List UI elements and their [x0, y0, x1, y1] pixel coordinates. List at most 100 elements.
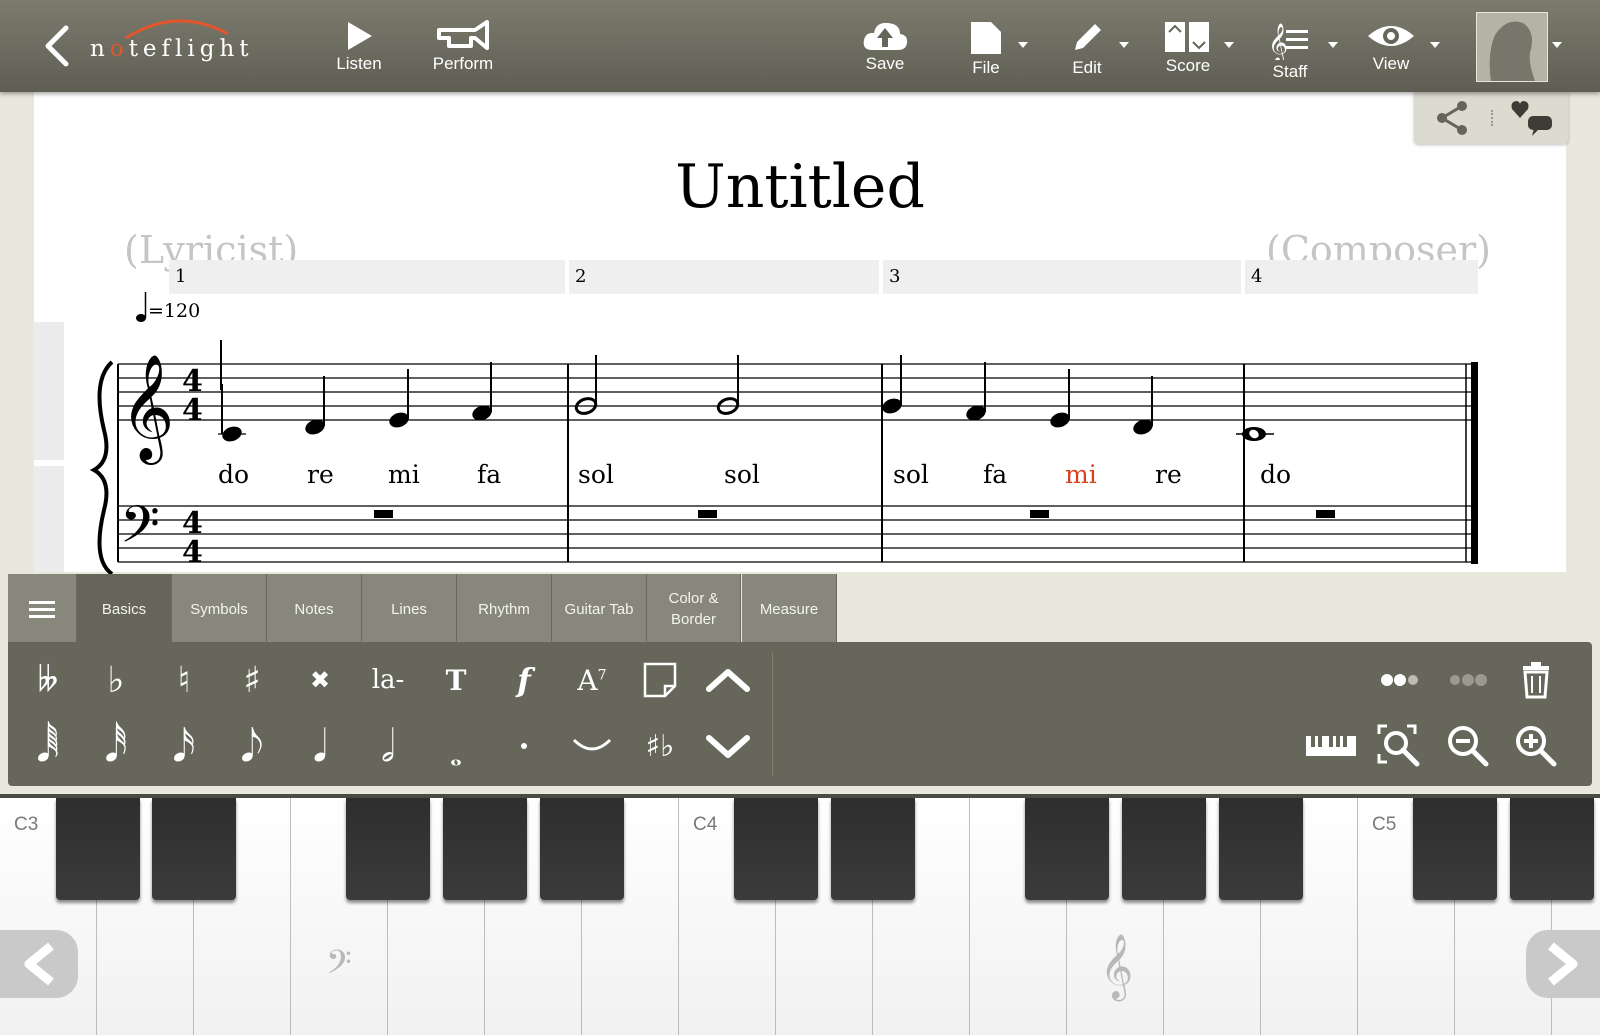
sticky-note-icon	[643, 662, 677, 698]
move-up-button[interactable]	[698, 650, 758, 710]
tab-color-border[interactable]: Color & Border	[647, 574, 741, 644]
view-menu-button[interactable]: View	[1346, 14, 1436, 84]
key-label-c3: C3	[14, 814, 39, 835]
tempo-marking[interactable]: =120	[148, 300, 200, 322]
double-sharp-button[interactable]: ✖	[290, 650, 350, 710]
half-note-button[interactable]: 𝅗𝅥	[358, 716, 418, 776]
black-key[interactable]	[1510, 798, 1594, 900]
sixty-fourth-note-button[interactable]: 𝅘𝅥𝅱	[18, 716, 78, 776]
lyric-tool-button[interactable]: la-	[358, 650, 418, 710]
delete-button[interactable]	[1506, 650, 1566, 710]
black-key[interactable]	[1122, 798, 1206, 900]
sharp-button[interactable]: ♯	[222, 650, 282, 710]
keyboard-scroll-right-button[interactable]	[1526, 930, 1600, 998]
staff-side-handle[interactable]	[34, 322, 64, 460]
sixteenth-note-button[interactable]: 𝅘𝅥𝅯	[154, 716, 214, 776]
black-key[interactable]	[346, 798, 430, 900]
measure-4-header[interactable]: 4	[1245, 260, 1478, 294]
perform-button[interactable]: Perform	[418, 14, 508, 84]
keyboard-toggle-button[interactable]	[1298, 716, 1364, 776]
zoom-fit-button[interactable]	[1370, 716, 1430, 776]
measure-1-header[interactable]: 1	[169, 260, 565, 294]
black-key[interactable]	[734, 798, 818, 900]
text-tool-button[interactable]: T	[426, 650, 486, 710]
tab-lines[interactable]: Lines	[362, 574, 457, 644]
tab-measure[interactable]: Measure	[742, 574, 837, 644]
lyric-syllable[interactable]: mi	[388, 460, 420, 489]
dot-button[interactable]	[494, 716, 554, 776]
like-comment-icon[interactable]	[1510, 98, 1554, 136]
listen-button[interactable]: Listen	[314, 14, 404, 84]
file-icon	[971, 22, 1001, 54]
keyboard-scroll-left-button[interactable]	[0, 930, 78, 998]
lyric-syllable[interactable]: sol	[724, 460, 760, 489]
sixty-fourth-note-icon: 𝅘𝅥𝅱	[36, 720, 60, 772]
piano-keyboard-icon	[1306, 736, 1356, 756]
account-caret-icon	[1552, 42, 1562, 48]
black-key[interactable]	[443, 798, 527, 900]
measure-2-header[interactable]: 2	[569, 260, 879, 294]
tab-guitar-tab[interactable]: Guitar Tab	[552, 574, 647, 644]
svg-text:4: 4	[182, 393, 203, 428]
lyric-syllable-selected[interactable]: mi	[1065, 460, 1097, 489]
thirty-second-note-button[interactable]: 𝅘𝅥𝅰	[86, 716, 146, 776]
share-icon[interactable]	[1434, 100, 1470, 136]
lyric-syllable[interactable]: sol	[893, 460, 929, 489]
next-voice-button[interactable]	[1438, 650, 1498, 710]
tab-symbols[interactable]: Symbols	[172, 574, 267, 644]
user-avatar[interactable]	[1476, 12, 1548, 82]
view-label: View	[1372, 54, 1410, 73]
lyric-syllable[interactable]: re	[1155, 460, 1182, 489]
lyric-syllable[interactable]: sol	[578, 460, 614, 489]
enharmonic-button[interactable]: ♯♭	[630, 716, 690, 776]
palette-menu-button[interactable]	[8, 574, 77, 644]
file-menu-button[interactable]: File	[941, 14, 1031, 84]
staff-menu-button[interactable]: 𝄞 Staff	[1245, 14, 1335, 84]
listen-label: Listen	[336, 54, 382, 73]
score-title[interactable]: Untitled	[620, 152, 980, 222]
sharp-icon: ♯	[243, 659, 261, 701]
black-key[interactable]	[56, 798, 140, 900]
black-key[interactable]	[1025, 798, 1109, 900]
user-silhouette-icon	[1489, 21, 1535, 81]
move-down-button[interactable]	[698, 716, 758, 776]
zoom-in-button[interactable]	[1506, 716, 1566, 776]
bass-rests[interactable]	[374, 510, 1335, 518]
time-signatures: 4444	[182, 364, 203, 570]
black-key[interactable]	[831, 798, 915, 900]
note-comment-button[interactable]	[630, 650, 690, 710]
tab-rhythm[interactable]: Rhythm	[457, 574, 552, 644]
save-button[interactable]: Save	[840, 14, 930, 84]
tie-button[interactable]	[562, 716, 622, 776]
lyric-syllable[interactable]: do	[1260, 460, 1291, 489]
flat-button[interactable]: ♭	[86, 650, 146, 710]
lyric-syllable[interactable]: do	[218, 460, 249, 489]
black-key[interactable]	[540, 798, 624, 900]
tab-basics[interactable]: Basics	[77, 574, 172, 644]
black-key[interactable]	[152, 798, 236, 900]
perform-label: Perform	[432, 54, 494, 73]
back-arrow-icon[interactable]	[42, 24, 72, 68]
lyric-syllable[interactable]: fa	[983, 460, 1007, 489]
chord-symbol-label: A7	[577, 663, 607, 697]
lyric-syllable[interactable]: fa	[477, 460, 501, 489]
dynamics-button[interactable]: f	[494, 650, 554, 710]
black-key[interactable]	[1413, 798, 1497, 900]
eighth-note-button[interactable]: 𝅘𝅥𝅮	[222, 716, 282, 776]
black-key[interactable]	[1219, 798, 1303, 900]
lyric-syllable[interactable]: re	[307, 460, 334, 489]
quarter-note-button[interactable]: 𝅘𝅥	[290, 716, 350, 776]
double-flat-button[interactable]: 𝄫	[18, 650, 78, 710]
edit-menu-button[interactable]: Edit	[1042, 14, 1132, 84]
score-menu-button[interactable]: Score	[1143, 14, 1233, 84]
half-note-icon: 𝅗𝅥	[381, 720, 395, 772]
treble-staff-lines	[118, 363, 1476, 421]
natural-button[interactable]: ♮	[154, 650, 214, 710]
measure-3-header[interactable]: 3	[883, 260, 1241, 294]
tab-notes[interactable]: Notes	[267, 574, 362, 644]
whole-note-button[interactable]: 𝅝	[426, 716, 486, 776]
staff-side-handle[interactable]	[34, 466, 64, 572]
previous-voice-button[interactable]	[1370, 650, 1430, 710]
zoom-out-button[interactable]	[1438, 716, 1498, 776]
chord-symbol-button[interactable]: A7	[562, 650, 622, 710]
